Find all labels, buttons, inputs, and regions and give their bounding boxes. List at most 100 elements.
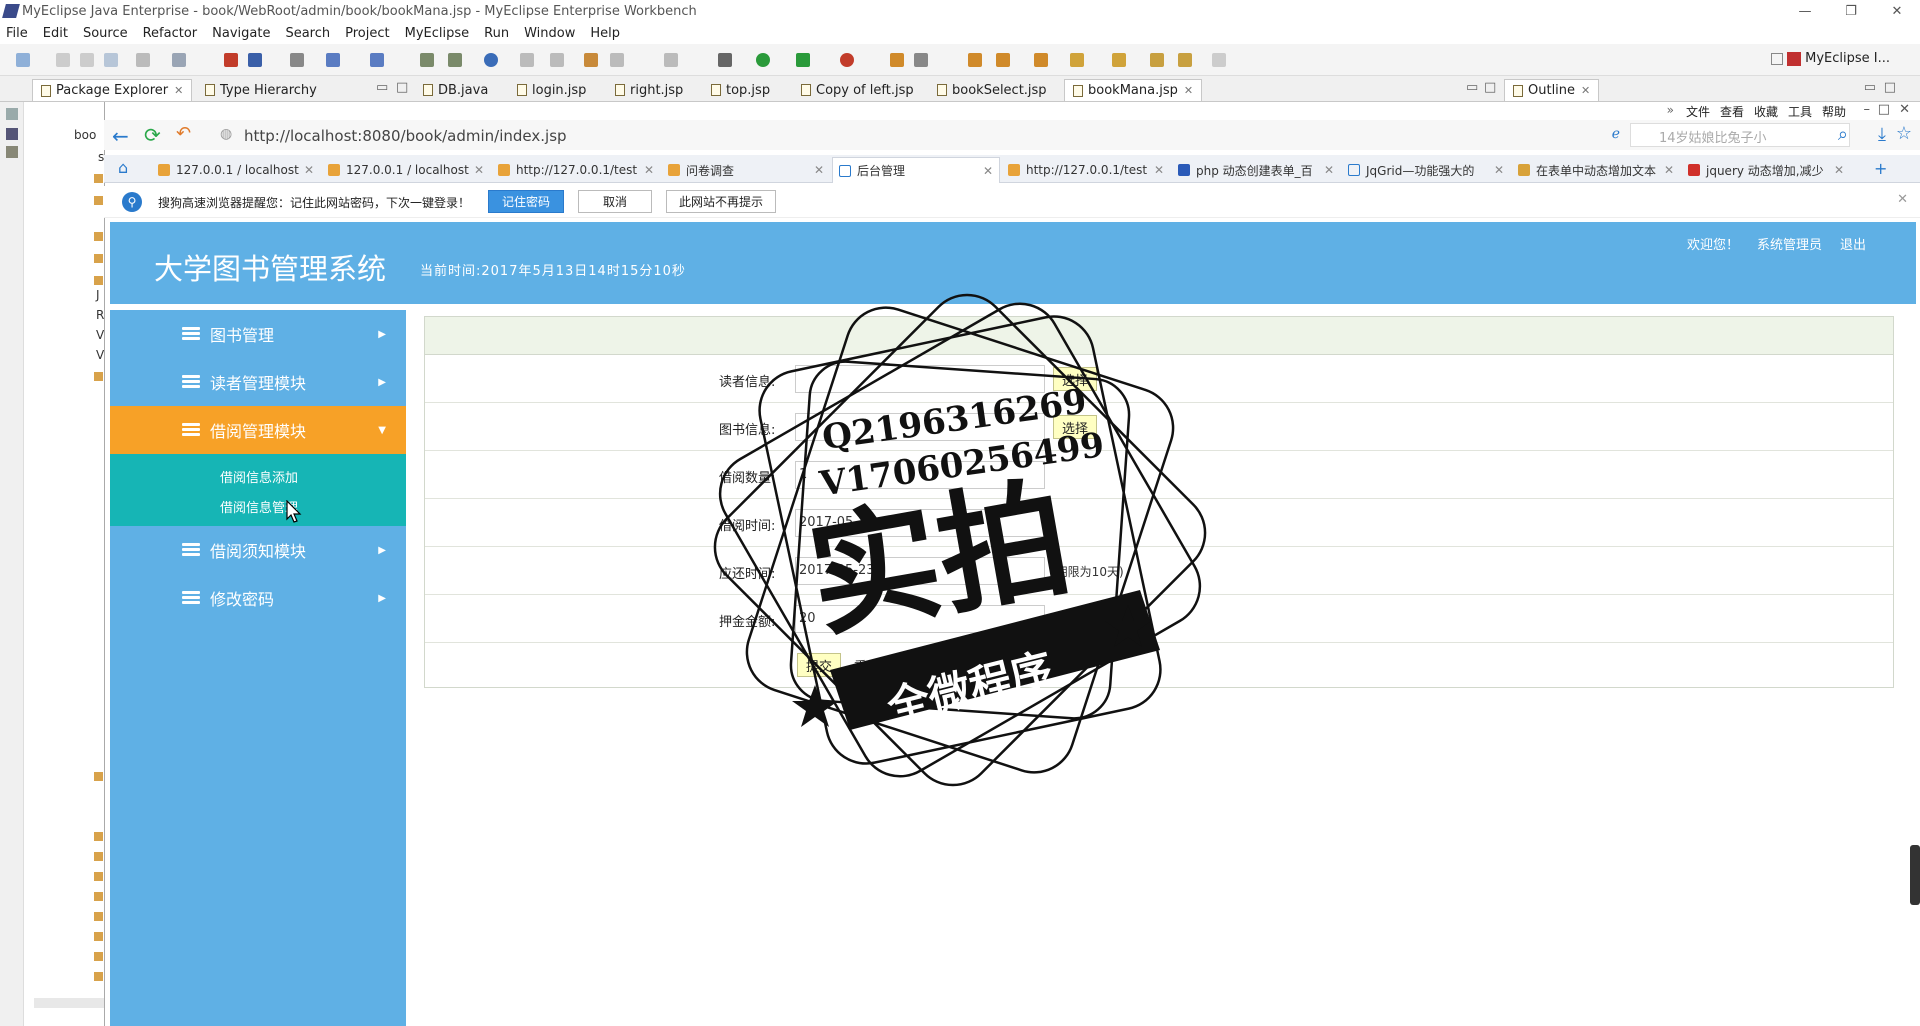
tool2-icon[interactable] [550,53,564,67]
admin-link[interactable]: 系统管理员 [1757,234,1822,253]
maximize-button[interactable]: ❐ [1828,0,1874,22]
forward-icon[interactable] [1212,53,1226,67]
menu-edit[interactable]: Edit [43,26,68,41]
close-button[interactable]: ✕ [1874,0,1920,22]
close-icon[interactable]: ✕ [1184,84,1193,97]
annotation-prev-icon[interactable] [1112,53,1126,67]
close-icon[interactable]: ✕ [1581,84,1590,97]
editor-tab-right[interactable]: right.jsp [606,79,692,101]
browser-search-input[interactable]: 14岁姑娘比兔子小 [1630,123,1850,147]
restore-icon[interactable] [6,108,18,120]
sidebar-item-change-password[interactable]: 修改密码 ▶ [110,574,406,622]
back-icon[interactable] [1178,53,1192,67]
ie-mode-icon[interactable]: ℯ [1612,126,1620,142]
browser-tab[interactable]: 127.0.0.1 / localhost ✕ [152,157,320,183]
search-tool-icon[interactable] [370,53,384,67]
web-icon[interactable] [420,53,434,67]
tree-item[interactable]: V [96,328,104,342]
editor-tab-bookmana[interactable]: bookMana.jsp ✕ [1064,79,1203,101]
menu-source[interactable]: Source [83,26,128,41]
cancel-button[interactable]: 取消 [578,190,652,213]
minimize-button[interactable]: — [1782,0,1828,22]
sync-icon[interactable] [914,53,928,67]
browser-tab[interactable]: jquery 动态增加,减少 ✕ [1682,157,1850,183]
new-icon[interactable] [16,53,30,67]
close-notice-icon[interactable]: ✕ [1897,192,1908,207]
remember-password-button[interactable]: 记住密码 [488,190,564,213]
tab-close-icon[interactable]: ✕ [1154,163,1164,177]
menu-project[interactable]: Project [345,26,389,41]
wizard-icon[interactable] [326,53,340,67]
minimize-editor-icon[interactable]: ▭ [1466,80,1478,95]
last-edit-icon[interactable] [1150,53,1164,67]
browser-tab-active[interactable]: 后台管理 ✕ [832,157,1000,183]
run-icon[interactable] [756,53,770,67]
minimize-outline-icon[interactable]: ▭ [1864,80,1876,95]
browser-tab[interactable]: 问卷调查 ✕ [662,157,830,183]
tree-item[interactable]: J [96,288,100,302]
tool-icon[interactable] [520,53,534,67]
tab-close-icon[interactable]: ✕ [814,163,824,177]
jsp-icon[interactable] [448,53,462,67]
hierarchy-view-icon[interactable] [6,146,18,158]
package-icon[interactable] [248,53,262,67]
editor-tab-login[interactable]: login.jsp [508,79,595,101]
sidebar-item-books[interactable]: 图书管理 ▶ [110,310,406,358]
tab-close-icon[interactable]: ✕ [983,164,993,178]
menu-help[interactable]: Help [590,26,620,41]
browser-maximize-icon[interactable]: □ [1878,102,1890,117]
reload-icon[interactable]: ⟳ [144,123,161,147]
submenu-add-borrow[interactable]: 借阅信息添加 [220,467,298,486]
close-icon[interactable]: ✕ [174,84,183,97]
tab-type-hierarchy[interactable]: Type Hierarchy [196,79,326,101]
right-edge-handle[interactable] [1910,845,1920,905]
browser-menu-file[interactable]: 文件 [1686,103,1710,120]
editor-tab-top[interactable]: top.jsp [702,79,779,101]
external-tools-icon[interactable] [840,53,854,67]
new-tab-button[interactable]: + [1874,159,1887,178]
debug-icon[interactable] [718,53,732,67]
browser-tab[interactable]: http://127.0.0.1/test ✕ [1002,157,1170,183]
annotation-next-icon[interactable] [1070,53,1084,67]
menu-myeclipse[interactable]: MyEclipse [405,26,470,41]
browser-minimize-icon[interactable]: – [1864,102,1871,117]
refresh-tool-icon[interactable] [610,53,624,67]
save-icon[interactable] [56,53,70,67]
team-icon[interactable] [890,53,904,67]
minimize-view-icon[interactable]: ▭ [376,80,388,95]
menu-refactor[interactable]: Refactor [143,26,198,41]
project-root[interactable]: boo [74,128,96,142]
download-icon[interactable]: ⤓ [1878,124,1886,145]
open-resource-icon[interactable] [1034,53,1048,67]
browser-menu-view[interactable]: 查看 [1720,103,1744,120]
menu-window[interactable]: Window [524,26,575,41]
browser-menu-help[interactable]: 帮助 [1822,103,1846,120]
menu-run[interactable]: Run [484,26,509,41]
launch-icon[interactable] [584,53,598,67]
tab-close-icon[interactable]: ✕ [1324,163,1334,177]
bookmark-star-icon[interactable]: ☆ [1896,123,1912,144]
open-type-icon[interactable] [968,53,982,67]
browser-tab[interactable]: 在表单中动态增加文本 ✕ [1512,157,1680,183]
deploy-icon[interactable] [172,53,186,67]
tab-outline[interactable]: Outline ✕ [1504,79,1600,101]
logout-link[interactable]: 退出 [1840,234,1866,253]
editor-tab-copy-left[interactable]: Copy of left.jsp [792,79,923,101]
globe-icon[interactable] [484,53,498,67]
browser-tab[interactable]: http://127.0.0.1/test ✕ [492,157,660,183]
never-remind-button[interactable]: 此网站不再提示 [666,190,776,213]
maximize-view-icon[interactable]: □ [396,80,408,95]
tab-close-icon[interactable]: ✕ [644,163,654,177]
menu-navigate[interactable]: Navigate [212,26,270,41]
open-perspective-icon[interactable] [1771,52,1784,65]
tab-close-icon[interactable]: ✕ [1494,163,1504,177]
save-all-icon[interactable] [80,53,94,67]
tab-close-icon[interactable]: ✕ [474,163,484,177]
sidebar-item-readers[interactable]: 读者管理模块 ▶ [110,358,406,406]
back-arrow-icon[interactable]: ← [112,124,129,148]
home-icon[interactable]: ⌂ [118,158,128,177]
tab-close-icon[interactable]: ✕ [304,163,314,177]
monitor-icon[interactable] [664,53,678,67]
build-icon[interactable] [224,53,238,67]
browser-tab[interactable]: JqGrid—功能强大的 ✕ [1342,157,1510,183]
